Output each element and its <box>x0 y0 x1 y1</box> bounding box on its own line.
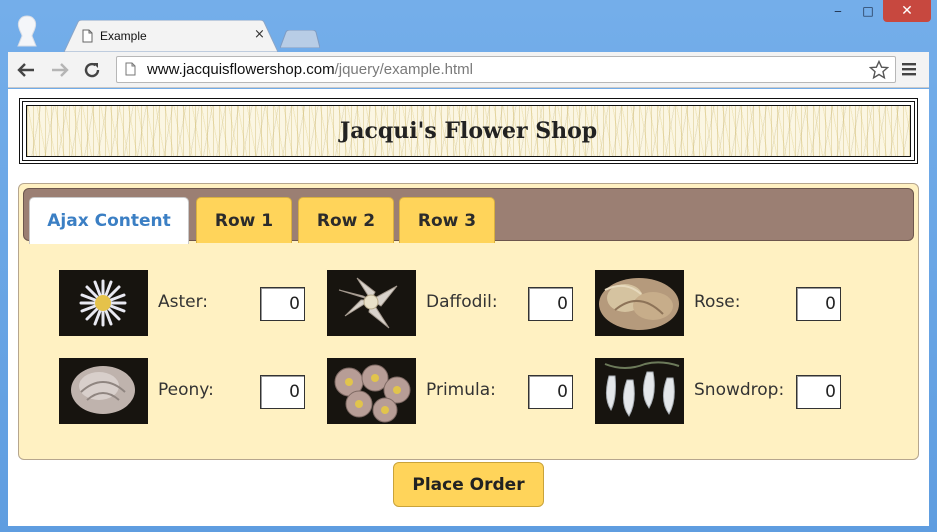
tab-row-1[interactable]: Row 1 <box>196 197 292 243</box>
tabs-widget: Ajax Content Row 1 Row 2 Row 3 Aster: 0 … <box>18 183 919 460</box>
rose-image <box>595 270 684 336</box>
new-tab-button[interactable] <box>280 30 320 48</box>
page-icon <box>82 29 93 43</box>
maximize-button[interactable]: □ <box>853 0 883 22</box>
tab-row-3[interactable]: Row 3 <box>399 197 495 243</box>
product-name: Daffodil: <box>426 292 498 312</box>
tab-ajax-content[interactable]: Ajax Content <box>29 197 189 244</box>
bookmark-star-icon[interactable] <box>869 60 889 80</box>
close-window-button[interactable]: ✕ <box>883 0 931 22</box>
forward-button[interactable] <box>48 58 72 82</box>
product-item: Rose: <box>595 270 845 336</box>
rose-quantity-input[interactable] <box>796 287 841 321</box>
tab-title: Example <box>100 29 147 43</box>
snowdrop-image <box>595 358 684 424</box>
tab-row-2[interactable]: Row 2 <box>298 197 394 243</box>
peony-quantity-input[interactable] <box>260 375 305 409</box>
browser-tab[interactable]: Example × <box>64 20 278 52</box>
page-info-icon <box>125 62 136 76</box>
url-text: www.jacquisflowershop.com/jquery/example… <box>147 61 473 78</box>
product-item: Aster: <box>59 270 309 336</box>
product-name: Primula: <box>426 380 496 400</box>
page-viewport: Jacqui's Flower Shop Ajax Content Row 1 … <box>8 89 929 526</box>
page-title: Jacqui's Flower Shop <box>339 118 598 144</box>
product-name: Snowdrop: <box>694 380 785 400</box>
browser-window: Example × ‒ □ ✕ www.jacquisflowershop.co… <box>0 0 937 532</box>
banner-background: Jacqui's Flower Shop <box>26 105 911 157</box>
product-item: Primula: <box>327 358 577 424</box>
daffodil-quantity-input[interactable] <box>528 287 573 321</box>
browser-toolbar: www.jacquisflowershop.com/jquery/example… <box>8 52 929 88</box>
daffodil-image <box>327 270 416 336</box>
peony-image <box>59 358 148 424</box>
url-host: www.jacquisflowershop.com <box>147 61 335 78</box>
product-name: Peony: <box>158 380 214 400</box>
aster-quantity-input[interactable] <box>260 287 305 321</box>
menu-icon[interactable] <box>901 61 917 77</box>
product-item: Peony: <box>59 358 309 424</box>
primula-quantity-input[interactable] <box>528 375 573 409</box>
aster-image <box>59 270 148 336</box>
forward-arrow-icon <box>52 63 69 77</box>
user-profile-icon[interactable] <box>12 14 42 48</box>
product-item: Snowdrop: <box>595 358 845 424</box>
snowdrop-quantity-input[interactable] <box>796 375 841 409</box>
product-name: Rose: <box>694 292 741 312</box>
product-item: Daffodil: <box>327 270 577 336</box>
reload-icon <box>84 62 100 78</box>
tab-close-icon[interactable]: × <box>254 27 265 42</box>
shop-banner: Jacqui's Flower Shop <box>19 98 918 164</box>
primula-image <box>327 358 416 424</box>
product-name: Aster: <box>158 292 209 312</box>
url-path: /jquery/example.html <box>334 61 473 78</box>
window-controls: ‒ □ ✕ <box>823 0 931 22</box>
back-arrow-icon <box>17 63 34 77</box>
tab-bar: Ajax Content Row 1 Row 2 Row 3 <box>23 188 914 244</box>
reload-button[interactable] <box>80 58 104 82</box>
place-order-button[interactable]: Place Order <box>393 462 544 507</box>
back-button[interactable] <box>14 58 38 82</box>
minimize-button[interactable]: ‒ <box>823 0 853 22</box>
address-bar[interactable]: www.jacquisflowershop.com/jquery/example… <box>116 56 896 83</box>
